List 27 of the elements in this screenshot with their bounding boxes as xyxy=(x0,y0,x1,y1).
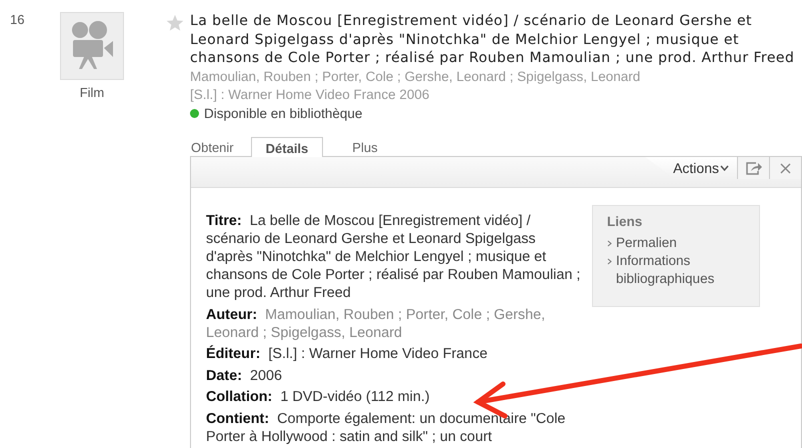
tab[interactable]: Détails xyxy=(250,137,324,157)
caret-icon xyxy=(720,165,729,171)
chevron-icon xyxy=(607,240,612,247)
detail-field: Titre: La belle de Moscou [Enregistrement vidéo] / scénario de Leonard Gershe et Leonard Spigelgass d'après "Ninotchka" de Melchior Lengyel ; musique et chansons de Cole Porter ; réalisé par Rouben Mamoulian ; une prod. Arthur Freed xyxy=(206,212,584,302)
export-icon xyxy=(744,161,762,175)
share-button[interactable] xyxy=(737,157,769,179)
tab[interactable]: Plus xyxy=(351,137,395,157)
author-field[interactable]: Auteur: Mamoulian, Rouben ; Porter, Cole ; Gershe, Leonard ; Spigelgass, Leonard xyxy=(206,306,584,342)
close-icon xyxy=(780,162,791,174)
detail-field: Éditeur: [S.l.] : Warner Home Video France xyxy=(206,345,584,363)
link[interactable]: Informations bibliographiques xyxy=(616,252,759,288)
film-camera-icon xyxy=(69,21,115,71)
chevron-icon xyxy=(607,258,612,265)
close-button[interactable] xyxy=(769,157,801,179)
format-label: Film xyxy=(80,85,104,100)
detail-field: Collation: 1 DVD-vidéo (112 min.) xyxy=(206,388,584,406)
links-title: Liens xyxy=(607,214,644,229)
publisher-text: [S.l.] : Warner Home Video France 2006 xyxy=(190,86,430,104)
author-list: Mamoulian, Rouben ; Porter, Cole ; Gershe, Leonard ; Spigelgass, Leonard xyxy=(190,68,802,86)
link[interactable]: Permalien xyxy=(616,234,677,252)
detail-field: Contient: Comporte également: un documentaire "Cole Porter à Hollywood : satin and silk" ; un court xyxy=(206,410,584,446)
star-icon[interactable] xyxy=(166,14,184,32)
result-number: 16 xyxy=(10,12,26,29)
availability-text: Disponible en bibliothèque xyxy=(204,104,362,122)
result-title[interactable]: La belle de Moscou [Enregistrement vidéo] / scénario de Leonard Gershe et Leonard Spigelgass d'après "Ninotchka" de Melchior Lengyel ; musique et chansons de Cole Porter ; réalisé par Rouben Mamoulian ; une prod. Arthur Freed xyxy=(190,12,802,68)
tab[interactable]: Obtenir xyxy=(190,137,251,157)
detail-field: Date: 2006 xyxy=(206,366,584,384)
